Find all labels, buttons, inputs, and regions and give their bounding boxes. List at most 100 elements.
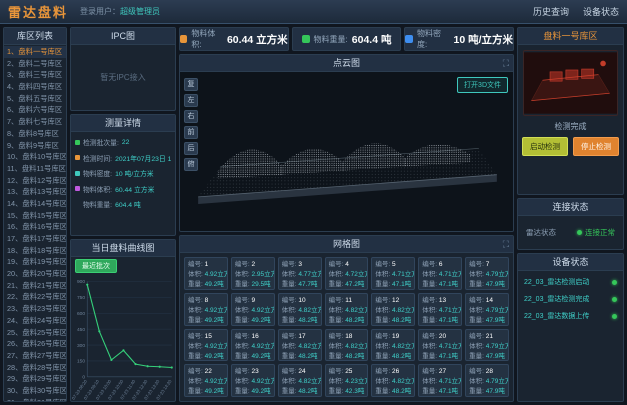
measure-title: 测量详情 <box>71 115 175 132</box>
header-nav-item[interactable]: 设备状态 <box>583 5 619 18</box>
recent-batch-button[interactable]: 最近批次 <box>75 259 117 273</box>
area-list-item[interactable]: 20、盘料20号库区 <box>4 268 66 280</box>
grid-cell-volume: 体积: 4.82立方米 <box>282 377 318 387</box>
open-3d-file-button[interactable]: 打开3D文件 <box>457 77 508 93</box>
view-control-button[interactable]: 俯 <box>184 158 198 171</box>
area-list-item[interactable]: 5、盘料五号库区 <box>4 93 66 105</box>
trend-chart-svg: 015030045060075090007-23 08:2007-23 09:1… <box>71 275 175 402</box>
detection-buttons: 启动检测 停止检测 <box>518 137 623 156</box>
area-list-item[interactable]: 3、盘料三号库区 <box>4 69 66 81</box>
grid-cell: 编号: 9 体积: 4.92立方米 重量: 49.2吨 <box>231 293 275 326</box>
grid-cell-weight: 重量: 47.1吨 <box>422 316 458 326</box>
grid-cell-no: 编号: 17 <box>282 332 318 342</box>
grid-cell-volume: 体积: 4.82立方米 <box>329 342 365 352</box>
grid-cell-volume: 体积: 4.82立方米 <box>282 342 318 352</box>
measure-bullet-icon <box>75 202 80 207</box>
area-list-item-label: 4、盘料四号库区 <box>7 82 62 91</box>
point-cloud-canvas[interactable] <box>180 72 513 231</box>
stat-volume-value: 60.44 立方米 <box>227 32 288 47</box>
view-control-button[interactable]: 左 <box>184 94 198 107</box>
area-list-item[interactable]: 11、盘料11号库区 <box>4 163 66 175</box>
grid-panel: 网格图⛶ 编号: 1 体积: 4.92立方米 重量: 49.2吨 编号: 2 体… <box>179 235 514 402</box>
grid-cell-weight: 重量: 47.1吨 <box>375 280 411 290</box>
area-list-item[interactable]: 24、盘料24号库区 <box>4 315 66 327</box>
area-list-item[interactable]: 1、盘料一号库区 <box>4 46 66 58</box>
area-list-item[interactable]: 2、盘料二号库区 <box>4 58 66 70</box>
measure-value: 2021年07月23日 14:20:16 <box>115 153 171 163</box>
measure-bullet-icon <box>75 140 80 145</box>
area-list-item[interactable]: 30、盘料30号库区 <box>4 385 66 397</box>
grid-cell: 编号: 26 体积: 4.82立方米 重量: 48.2吨 <box>371 364 415 397</box>
grid-cell-no: 编号: 18 <box>329 332 365 342</box>
area-list-item[interactable]: 13、盘料13号库区 <box>4 186 66 198</box>
main-layout: 库区列表 1、盘料一号库区 2、盘料二号库区 3、盘料三号库区 <box>0 24 627 405</box>
start-detection-button[interactable]: 启动检测 <box>522 137 568 156</box>
area-list-item-label: 30、盘料30号库区 <box>7 386 66 395</box>
area-list-item[interactable]: 27、盘料27号库区 <box>4 350 66 362</box>
view-control-button[interactable]: 前 <box>184 126 198 139</box>
grid-cell-weight: 重量: 49.2吨 <box>235 387 271 397</box>
measure-value: 22 <box>122 139 130 146</box>
expand-icon[interactable]: ⛶ <box>503 55 509 71</box>
point-cloud-render <box>180 72 513 231</box>
header-nav-item[interactable]: 历史查询 <box>533 5 569 18</box>
area-list-item[interactable]: 19、盘料19号库区 <box>4 256 66 268</box>
grid-cell-volume: 体积: 4.77立方米 <box>282 270 318 280</box>
grid-cell-weight: 重量: 48.2吨 <box>375 352 411 362</box>
area-list-item[interactable]: 31、盘料31号库区 <box>4 397 66 401</box>
grid-cell: 编号: 7 体积: 4.79立方米 重量: 47.9吨 <box>465 257 509 290</box>
area-list-item[interactable]: 18、盘料18号库区 <box>4 245 66 257</box>
area-list-item[interactable]: 14、盘料14号库区 <box>4 198 66 210</box>
area-list-item[interactable]: 16、盘料16号库区 <box>4 221 66 233</box>
expand-icon[interactable]: ⛶ <box>503 236 509 252</box>
grid-cell-volume: 体积: 4.92立方米 <box>235 306 271 316</box>
area-list-item[interactable]: 25、盘料25号库区 <box>4 327 66 339</box>
grid-cell-volume: 体积: 4.79立方米 <box>469 306 505 316</box>
grid-cell: 编号: 17 体积: 4.82立方米 重量: 48.2吨 <box>278 329 322 362</box>
volume-icon <box>180 35 187 43</box>
area-list-item[interactable]: 15、盘料15号库区 <box>4 210 66 222</box>
area-list-item[interactable]: 26、盘料26号库区 <box>4 338 66 350</box>
grid-cell-volume: 体积: 4.92立方米 <box>188 342 224 352</box>
area-list-item[interactable]: 28、盘料28号库区 <box>4 362 66 374</box>
stop-detection-button[interactable]: 停止检测 <box>573 137 619 156</box>
measure-label: 检测批次量: <box>83 137 119 147</box>
area-list-item-label: 22、盘料22号库区 <box>7 292 66 301</box>
area-list-item[interactable]: 4、盘料四号库区 <box>4 81 66 93</box>
measure-label: 物料体积: <box>83 184 112 194</box>
area-list-item[interactable]: 29、盘料29号库区 <box>4 373 66 385</box>
grid-cell-weight: 重量: 47.9吨 <box>469 387 505 397</box>
area-list-item[interactable]: 8、盘料8号库区 <box>4 128 66 140</box>
area-list-item[interactable]: 7、盘料七号库区 <box>4 116 66 128</box>
area-list-item[interactable]: 9、盘料9号库区 <box>4 140 66 152</box>
measure-value: 10 吨/立方米 <box>115 168 154 178</box>
area-detail-panel: 盘料一号库区 <box>517 27 624 195</box>
area-list-item[interactable]: 12、盘料12号库区 <box>4 175 66 187</box>
grid-cell-no: 编号: 28 <box>469 367 505 377</box>
svg-text:150: 150 <box>77 359 85 365</box>
view-control-button[interactable]: 复 <box>184 78 198 91</box>
grid-cell-volume: 体积: 4.92立方米 <box>188 306 224 316</box>
pointcloud-title-text: 点云图 <box>333 58 360 68</box>
stat-weight-value: 604.4 吨 <box>352 32 392 47</box>
grid-cell: 编号: 3 体积: 4.77立方米 重量: 47.7吨 <box>278 257 322 290</box>
login-info: 登录用户：超级管理员 <box>80 6 160 17</box>
view-control-button[interactable]: 后 <box>184 142 198 155</box>
area-list-item[interactable]: 21、盘料21号库区 <box>4 280 66 292</box>
area-list-item-label: 6、盘料六号库区 <box>7 105 62 114</box>
area-list-item-label: 20、盘料20号库区 <box>7 269 66 278</box>
area-list-item[interactable]: 23、盘料23号库区 <box>4 303 66 315</box>
grid-cell-volume: 体积: 4.23立方米 <box>329 377 365 387</box>
grid-cell-no: 编号: 7 <box>469 260 505 270</box>
area-list-item-label: 9、盘料9号库区 <box>7 141 59 150</box>
grid-cell-no: 编号: 5 <box>375 260 411 270</box>
grid-cell-no: 编号: 11 <box>329 296 365 306</box>
area-list-item[interactable]: 17、盘料17号库区 <box>4 233 66 245</box>
view-control-button[interactable]: 右 <box>184 110 198 123</box>
area-list-item[interactable]: 6、盘料六号库区 <box>4 104 66 116</box>
area-list-item[interactable]: 10、盘料10号库区 <box>4 151 66 163</box>
grid-cell-no: 编号: 6 <box>422 260 458 270</box>
area-list-item[interactable]: 22、盘料22号库区 <box>4 291 66 303</box>
grid-cell-volume: 体积: 4.92立方米 <box>235 377 271 387</box>
grid-title: 网格图⛶ <box>180 236 513 253</box>
